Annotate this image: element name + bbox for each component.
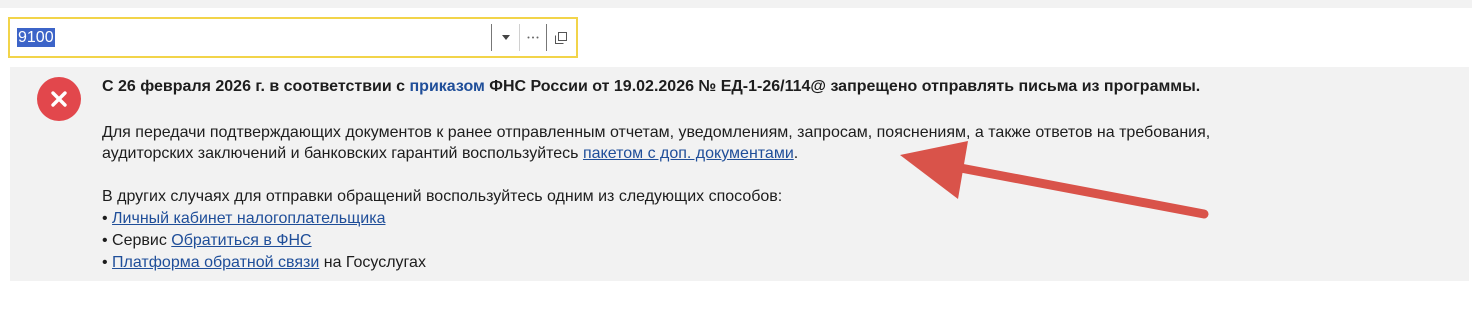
triangle-down-icon: [502, 35, 510, 40]
paragraph-text: аудиторских заключений и банковских гара…: [102, 145, 583, 162]
other-methods-intro: В других случаях для отправки обращений …: [102, 188, 783, 205]
bullet: •: [102, 254, 113, 271]
paragraph-line: аудиторских заключений и банковских гара…: [102, 143, 798, 164]
code-combo-field: 9100: [8, 17, 578, 58]
select-button[interactable]: [520, 23, 546, 52]
ellipsis-icon: [527, 36, 539, 39]
list-item: • Личный кабинет налогоплательщика: [102, 208, 385, 229]
list-item-text: на Госуслугах: [319, 254, 426, 271]
feedback-platform-link[interactable]: Платформа обратной связи: [112, 254, 319, 271]
dropdown-button[interactable]: [493, 23, 519, 52]
list-item: • Платформа обратной связи на Госуслугах: [102, 252, 426, 273]
order-link[interactable]: приказом: [410, 78, 485, 95]
paragraph-line: Для передачи подтверждающих документов к…: [102, 124, 1211, 141]
headline-text: С 26 февраля 2026 г. в соответствии с: [102, 78, 410, 95]
code-input[interactable]: 9100: [12, 21, 492, 54]
field-divider: [546, 24, 547, 51]
list-item: • Сервис Обратиться в ФНС: [102, 230, 312, 251]
error-x-icon: [37, 77, 81, 121]
open-button[interactable]: [548, 23, 574, 52]
field-divider: [491, 24, 492, 51]
bullet: •: [102, 232, 113, 249]
code-input-value: 9100: [17, 28, 55, 47]
paragraph-text: .: [793, 145, 799, 162]
headline: С 26 февраля 2026 г. в соответствии с пр…: [102, 76, 1200, 97]
package-documents-link[interactable]: пакетом с доп. документами: [583, 145, 794, 162]
taxpayer-cabinet-link[interactable]: Личный кабинет налогоплательщика: [112, 210, 385, 227]
headline-text: ФНС России от 19.02.2026 № ЕД-1-26/114@ …: [484, 78, 1201, 95]
bullet: •: [102, 210, 113, 227]
top-strip: [0, 0, 1472, 8]
list-item-text: Сервис: [112, 232, 172, 249]
open-window-icon: [555, 31, 567, 44]
contact-fns-link[interactable]: Обратиться в ФНС: [171, 232, 311, 249]
